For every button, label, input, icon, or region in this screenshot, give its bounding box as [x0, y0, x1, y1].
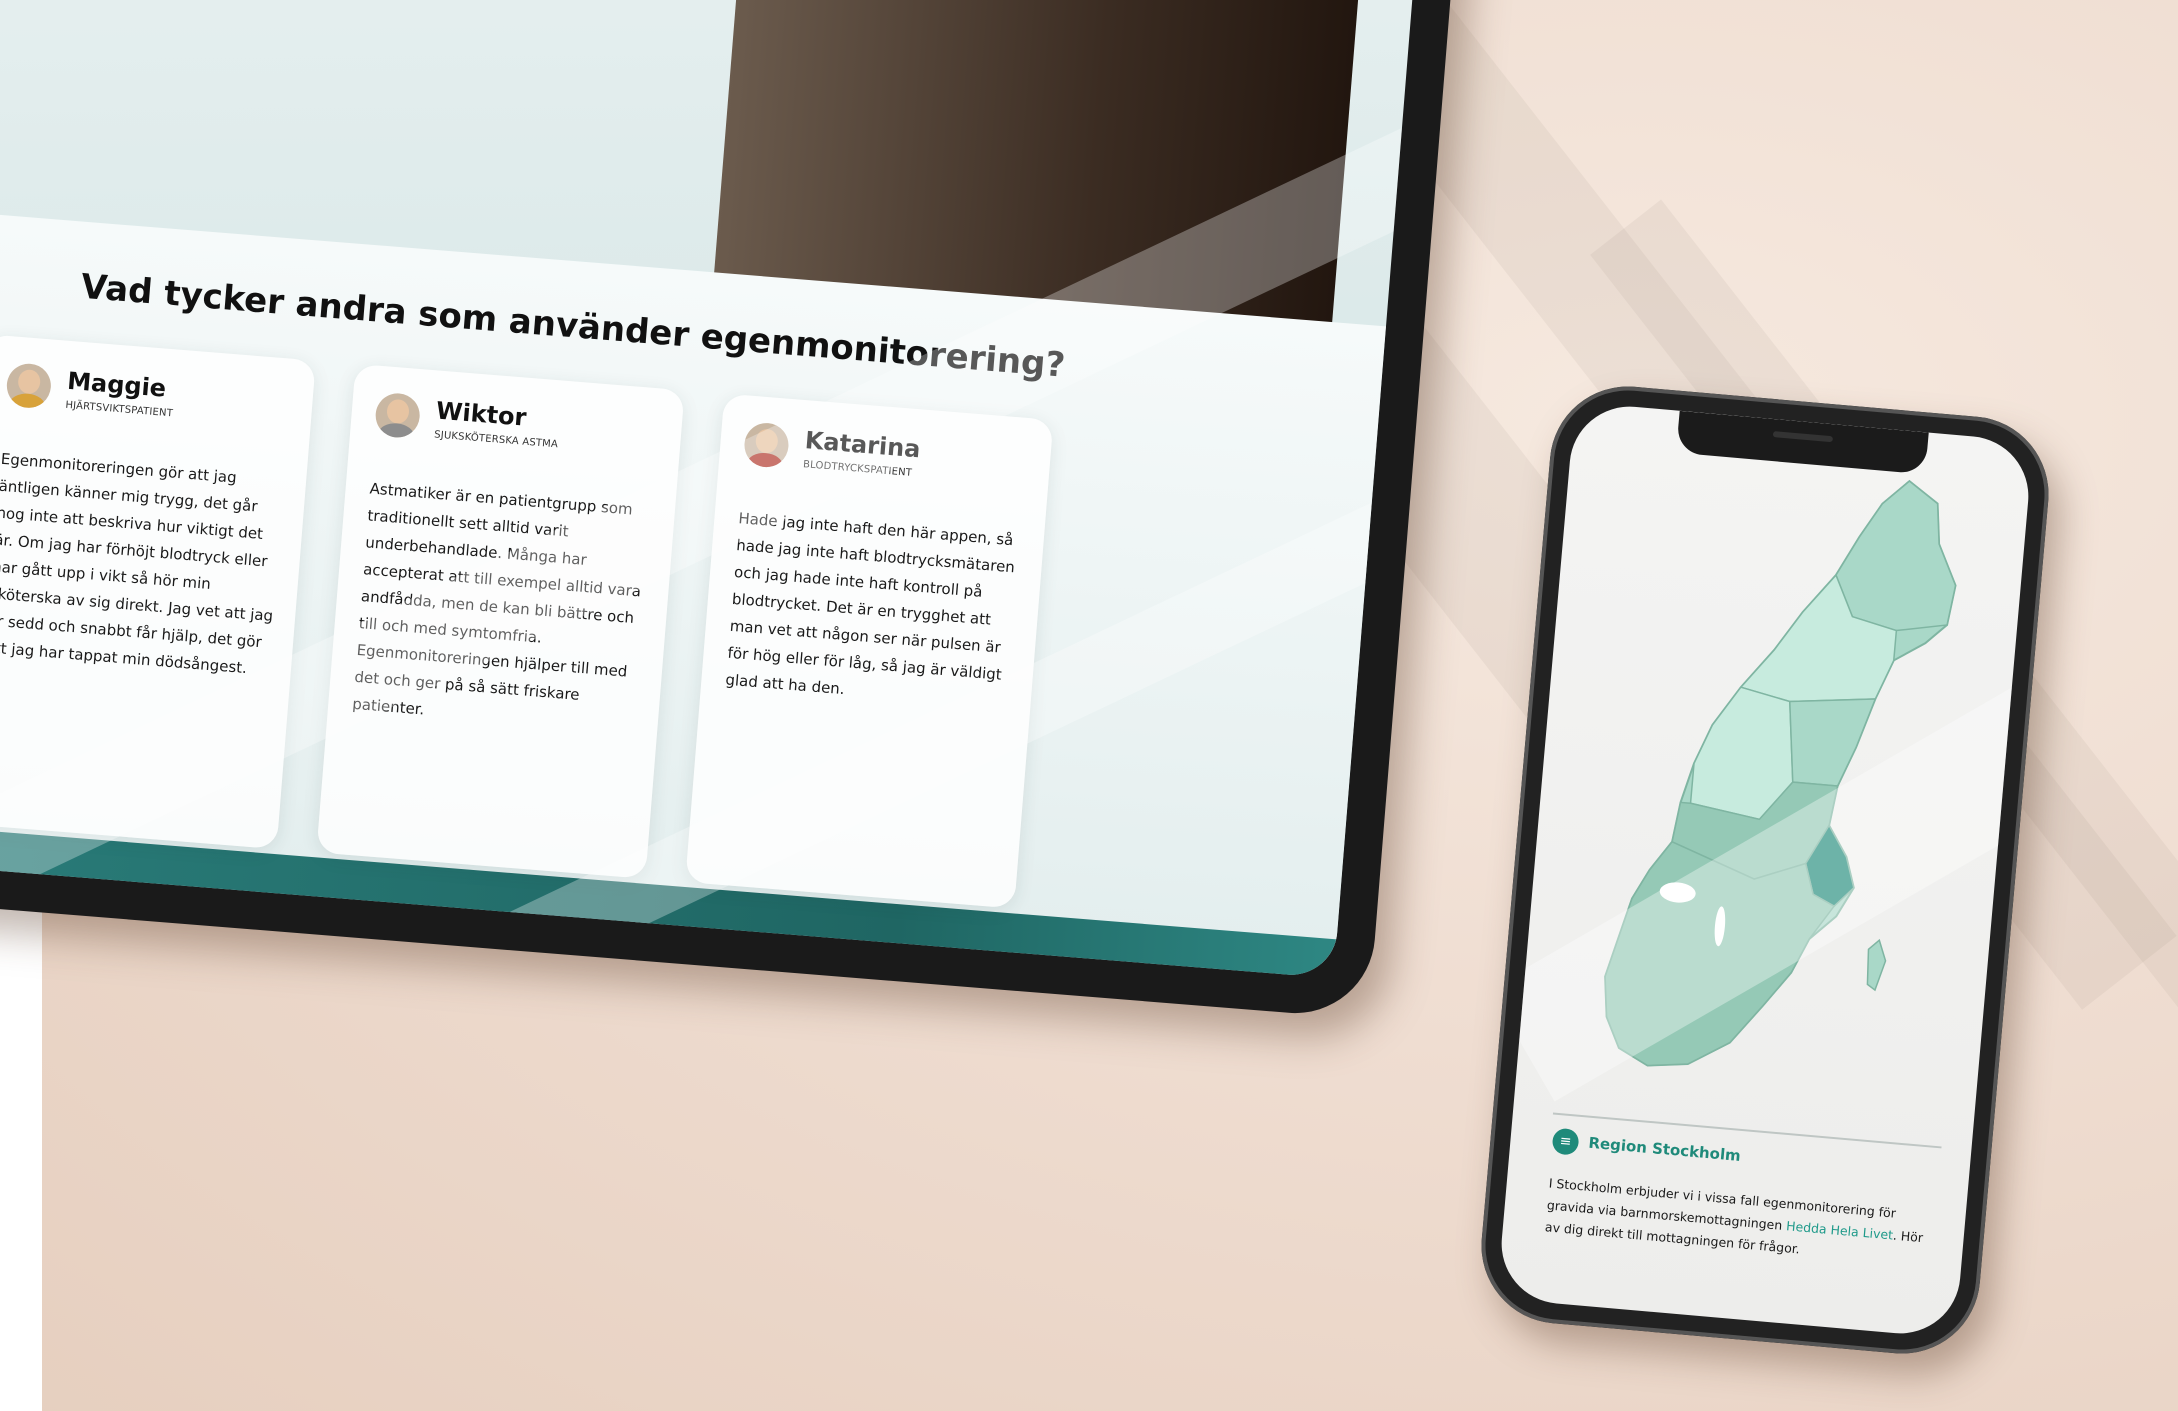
phone-device: ≡ Region Stockholm I Stockholm erbjuder … — [1474, 379, 2056, 1361]
avatar — [373, 391, 422, 440]
map-region[interactable] — [1832, 475, 1965, 635]
phone-screen: ≡ Region Stockholm I Stockholm erbjuder … — [1496, 401, 2034, 1339]
clinic-link[interactable]: Hedda Hela Livet — [1786, 1218, 1894, 1242]
person-role: HJÄRTSVIKTSPATIENT — [64, 399, 174, 420]
person-role: SJUKSKÖTERSKA ASTMA — [433, 429, 559, 451]
testimonial-quote: Hade jag inte haft den här appen, så had… — [724, 509, 1016, 699]
region-description: I Stockholm erbjuder vi i vissa fall ege… — [1544, 1172, 1938, 1272]
product-mockup-scene: Vad tycker andra som använder egenmonito… — [0, 0, 2178, 1411]
region-title: Region Stockholm — [1587, 1133, 1742, 1165]
menu-icon[interactable]: ≡ — [1551, 1127, 1580, 1156]
testimonial-quote: Egenmonitoreringen gör att jag äntligen … — [0, 449, 274, 678]
map-region[interactable] — [1865, 938, 1887, 992]
person-name: Maggie — [66, 366, 168, 403]
testimonial-header: Wiktor SJUKSKÖTERSKA ASTMA — [373, 391, 677, 476]
tablet-screen: Vad tycker andra som använder egenmonito… — [0, 0, 1435, 979]
testimonial-header: Maggie HJÄRTSVIKTSPATIENT — [4, 362, 308, 446]
avatar — [5, 362, 53, 410]
person-name: Wiktor — [435, 396, 528, 432]
tablet-device: Vad tycker andra som använder egenmonito… — [0, 0, 1476, 1020]
speaker-icon — [1772, 431, 1834, 443]
